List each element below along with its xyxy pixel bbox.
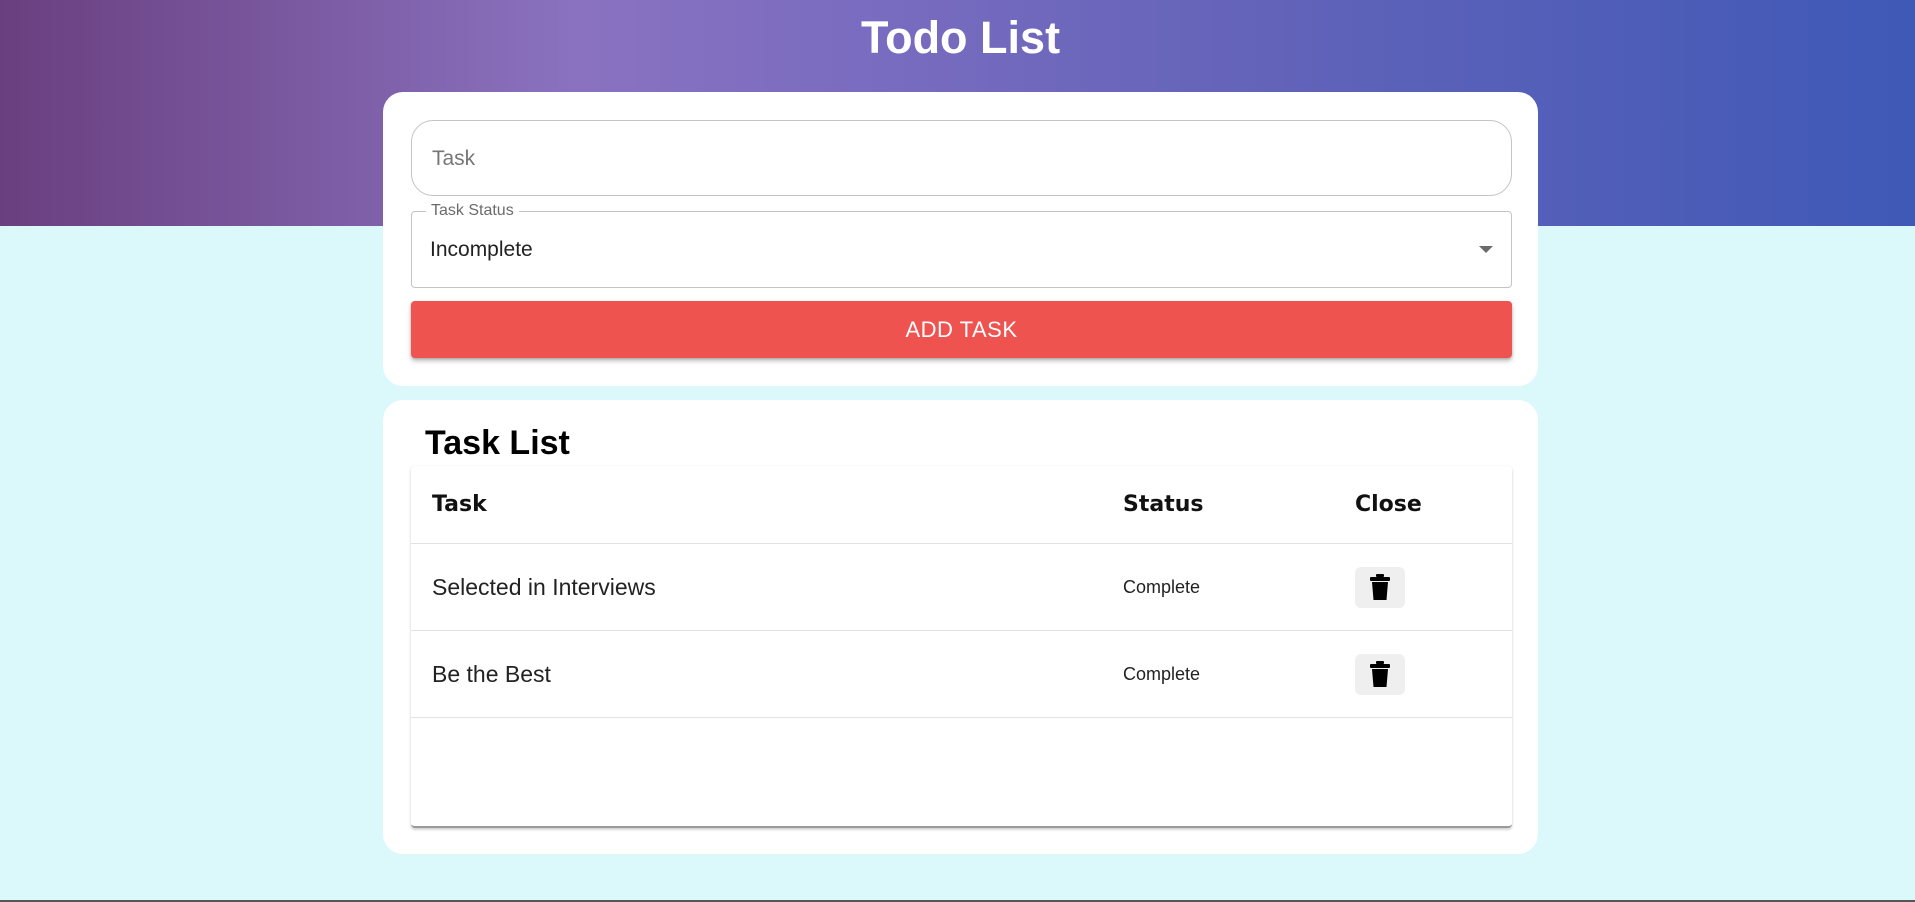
task-status: Complete xyxy=(1123,663,1201,684)
delete-task-button[interactable] xyxy=(1355,566,1405,608)
chevron-down-icon[interactable] xyxy=(1479,246,1493,253)
column-header-close: Close xyxy=(1355,492,1422,517)
task-status-label: Task Status xyxy=(426,202,519,220)
task-input-field[interactable] xyxy=(411,120,1512,197)
column-header-task: Task xyxy=(432,492,487,517)
task-status: Complete xyxy=(1123,576,1201,597)
trash-icon xyxy=(1370,574,1390,600)
task-name: Be the Best xyxy=(432,660,551,687)
table-row: Be the Best Complete xyxy=(411,631,1512,718)
task-name: Selected in Interviews xyxy=(432,573,656,600)
task-list-card: Task List Task Status Close Selected in … xyxy=(383,400,1538,854)
task-table: Task Status Close Selected in Interviews… xyxy=(411,466,1512,828)
table-header-row: Task Status Close xyxy=(411,466,1512,544)
task-list-title: Task List xyxy=(425,424,570,462)
column-header-status: Status xyxy=(1123,492,1204,517)
task-status-value: Incomplete xyxy=(430,238,533,261)
add-task-card: Task Status Incomplete ADD TASK xyxy=(383,92,1538,386)
delete-task-button[interactable] xyxy=(1355,653,1405,695)
task-input[interactable] xyxy=(430,121,1494,197)
add-task-button[interactable]: ADD TASK xyxy=(411,301,1512,358)
page-title: Todo List xyxy=(860,12,1061,63)
task-status-select[interactable]: Task Status Incomplete xyxy=(411,202,1512,288)
table-row: Selected in Interviews Complete xyxy=(411,544,1512,631)
trash-icon xyxy=(1370,661,1390,687)
